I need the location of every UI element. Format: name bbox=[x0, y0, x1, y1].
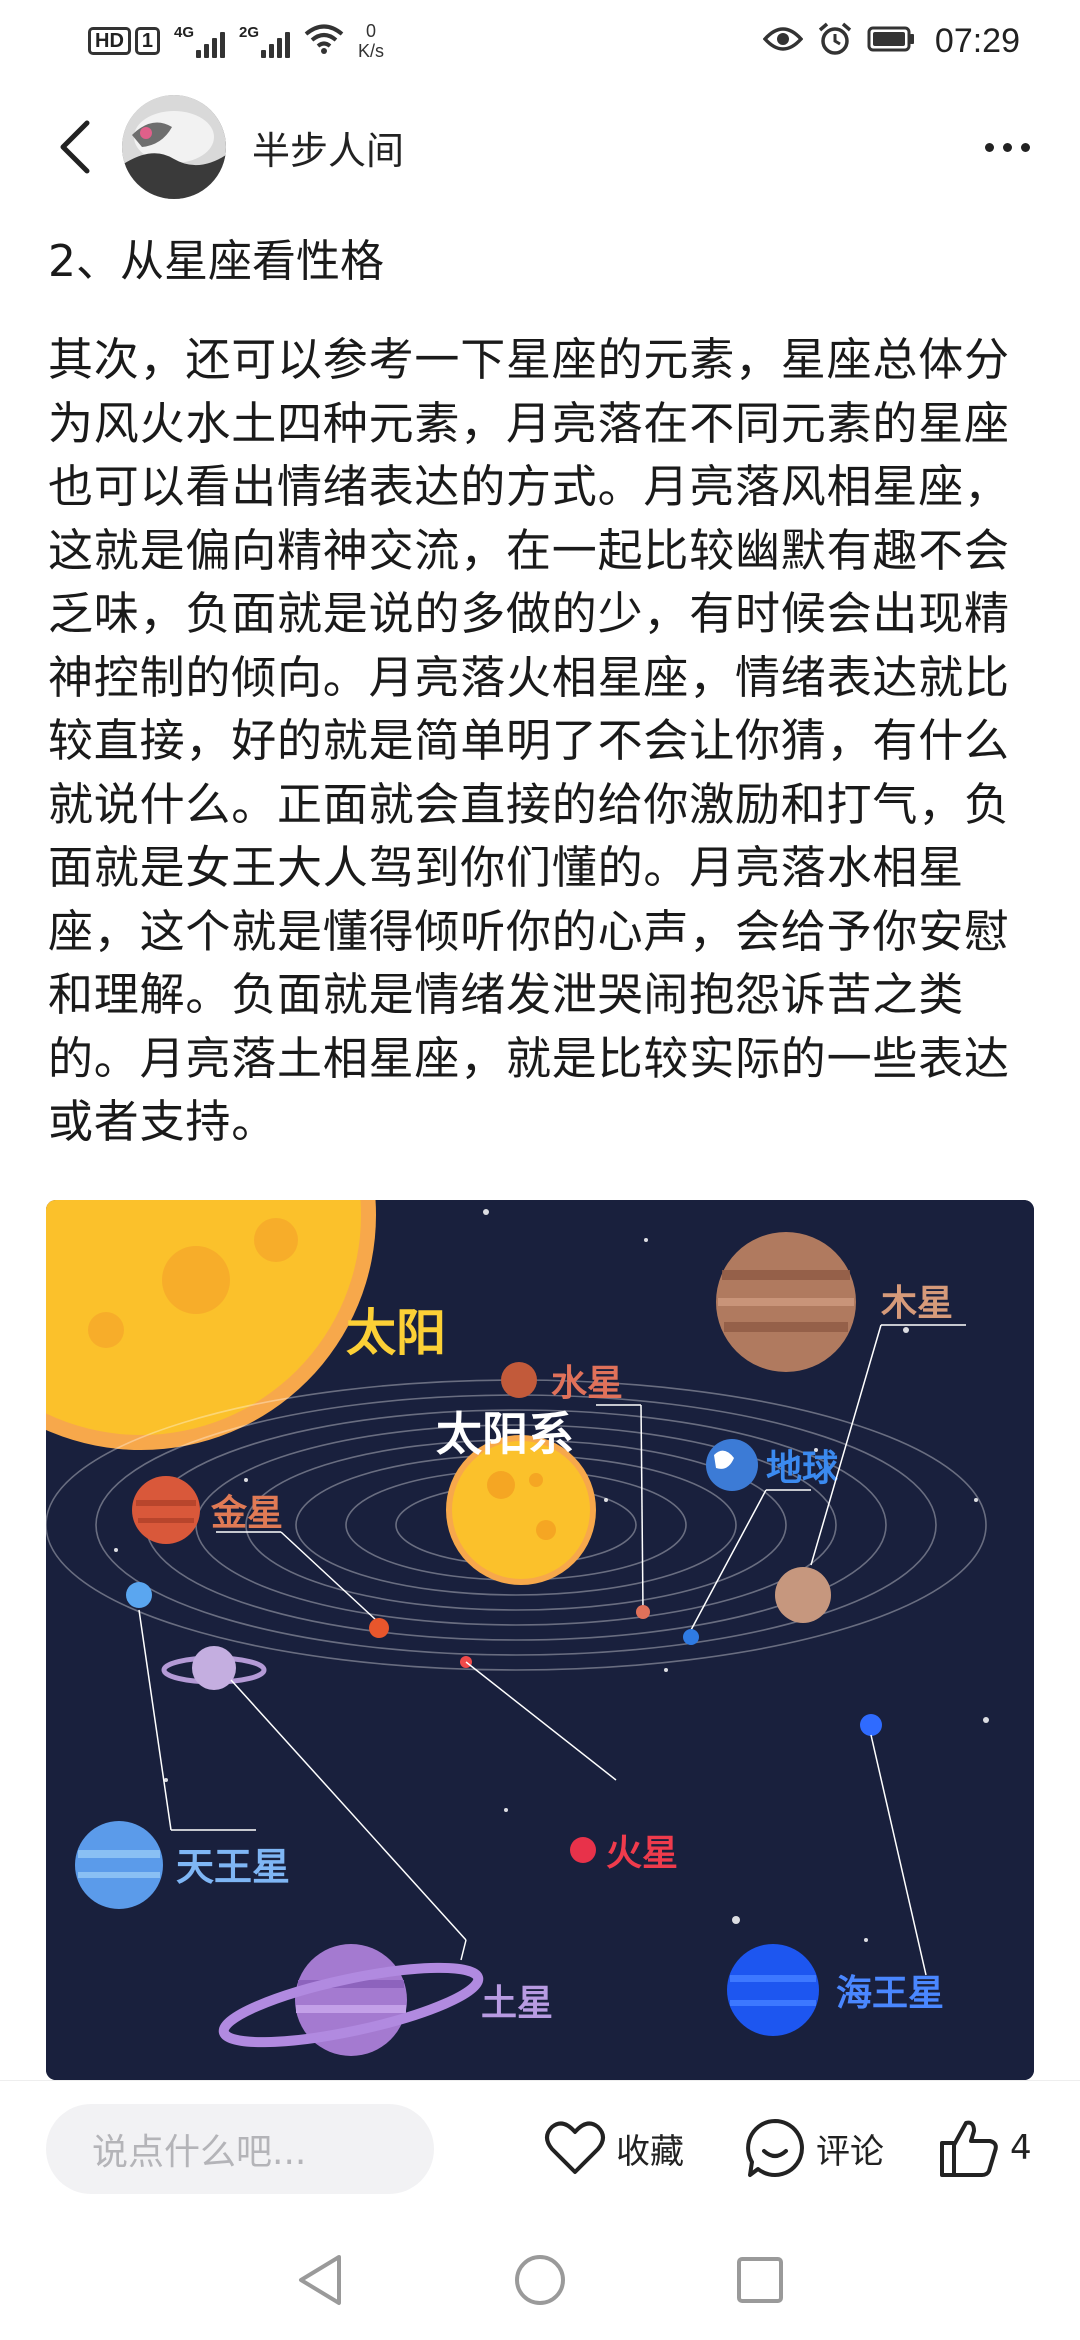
signal-icon: 2G bbox=[239, 24, 291, 58]
triangle-back-icon bbox=[299, 2255, 341, 2305]
label-mercury: 水星 bbox=[551, 1363, 623, 1404]
signal-type-label: 4G bbox=[174, 24, 195, 41]
status-right: 07:29 bbox=[762, 21, 1020, 61]
favorite-button[interactable]: 收藏 bbox=[544, 2103, 684, 2193]
signal-icon: 4G bbox=[174, 24, 226, 58]
section-title: 2、从星座看性格 bbox=[48, 236, 384, 287]
action-bar: 说点什么吧... 收藏 评论 4 bbox=[0, 2080, 1080, 2220]
article-paragraph: 其次，还可以参考一下星座的元素，星座总体分为风火水土四种元素，月亮落在不同元素的… bbox=[48, 333, 1010, 1148]
avatar[interactable] bbox=[122, 95, 226, 199]
wifi-icon bbox=[304, 23, 344, 60]
back-button[interactable] bbox=[40, 112, 110, 182]
label-neptune: 海王星 bbox=[836, 1973, 944, 2014]
like-count: 4 bbox=[1010, 2128, 1032, 2168]
heart-icon bbox=[545, 2121, 605, 2174]
comment-bubble-icon bbox=[746, 2119, 804, 2177]
nav-home-button[interactable] bbox=[510, 2250, 570, 2310]
author-name[interactable]: 半步人间 bbox=[252, 120, 404, 175]
more-button[interactable] bbox=[972, 122, 1042, 172]
network-speed: 0 K/s bbox=[358, 21, 384, 61]
nav-back-button[interactable] bbox=[290, 2250, 350, 2310]
label-saturn: 土星 bbox=[481, 1983, 553, 2024]
system-nav-bar bbox=[0, 2220, 1080, 2340]
top-nav: 半步人间 bbox=[0, 82, 1080, 212]
favorite-label: 收藏 bbox=[616, 2131, 684, 2172]
more-dots-icon bbox=[984, 142, 994, 152]
label-jupiter: 木星 bbox=[881, 1283, 953, 1324]
chevron-left-icon bbox=[60, 120, 90, 174]
hd-badge: HD bbox=[88, 27, 131, 55]
solar-system-illustration: 太阳 太阳系 水星 金星 地球 木星 天王星 火星 土星 海王星 bbox=[46, 1200, 1034, 2080]
label-mars: 火星 bbox=[606, 1833, 678, 1874]
alarm-icon bbox=[817, 22, 853, 61]
label-solar-system: 太阳系 bbox=[436, 1407, 574, 1461]
comment-button[interactable]: 评论 bbox=[744, 2103, 884, 2193]
speed-value: 0 bbox=[366, 21, 377, 41]
eye-icon bbox=[762, 25, 804, 58]
status-bar: HD 1 4G 2G 0 K/s 07:29 bbox=[0, 0, 1080, 82]
label-sun: 太阳 bbox=[346, 1304, 446, 1362]
status-left: HD 1 4G 2G 0 K/s bbox=[88, 21, 384, 61]
label-uranus: 天王星 bbox=[176, 1845, 290, 1889]
nav-recents-button[interactable] bbox=[730, 2250, 790, 2310]
battery-icon bbox=[867, 26, 915, 57]
square-recents-icon bbox=[737, 2257, 783, 2303]
signal-type-label: 2G bbox=[239, 24, 260, 41]
like-button[interactable]: 4 bbox=[938, 2103, 1032, 2193]
circle-home-icon bbox=[515, 2255, 565, 2305]
label-earth: 地球 bbox=[766, 1448, 839, 1489]
solar-system-image[interactable]: 太阳 太阳系 水星 金星 地球 木星 天王星 火星 土星 海王星 bbox=[46, 1200, 1034, 2080]
speed-unit: K/s bbox=[358, 41, 385, 61]
comment-label: 评论 bbox=[816, 2131, 884, 2172]
comment-input[interactable]: 说点什么吧... bbox=[46, 2104, 434, 2194]
label-venus: 金星 bbox=[210, 1492, 283, 1534]
sim-badge: 1 bbox=[134, 27, 161, 55]
thumbs-up-icon bbox=[940, 2120, 998, 2177]
clock: 07:29 bbox=[934, 21, 1020, 60]
